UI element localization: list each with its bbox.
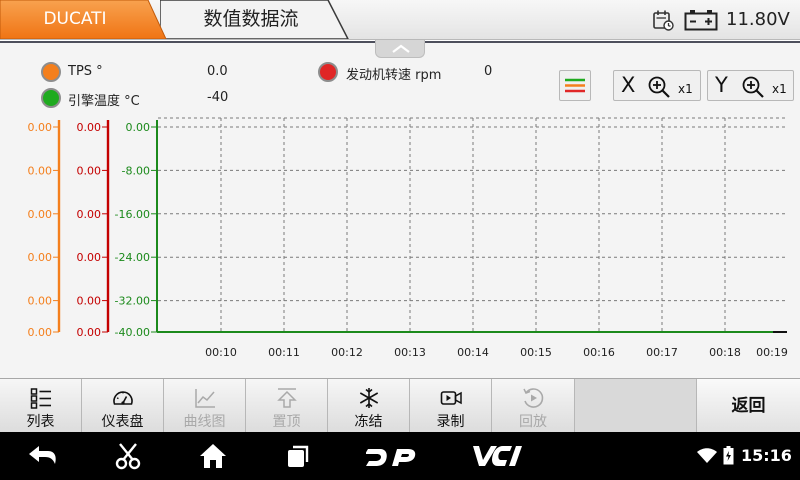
toolbar-label: 冻结 [354,414,383,430]
toolbar-label: 回放 [519,414,547,430]
legend-value: -40 [207,90,229,105]
y-tick-label: 0.00 [77,164,102,177]
x-tick-label: 00:12 [331,346,363,359]
line-chart-icon [194,389,215,408]
x-tick-label: 00:19 [756,346,788,359]
battery-icon [684,10,718,31]
chart-ticks: 0.00 0.00 0.00 0.00 0.00 0.00 0.00 0.00 0.00 0.00… [28,121,788,359]
x-tick-label: 00:15 [520,346,552,359]
y-tick-label: 0.00 [77,121,102,134]
y-zoom-button[interactable]: Y x1 [707,70,794,101]
y-axis-letter: Y [715,73,728,97]
record-button[interactable]: 录制 [410,379,492,433]
pin-top-icon [276,388,297,408]
legend-label: 引擎温度 °C [68,94,140,109]
gauge-icon [112,391,133,405]
x-tick-label: 00:17 [646,346,678,359]
line-chart-button[interactable]: 曲线图 [164,379,246,433]
playback-button[interactable]: 回放 [492,379,575,433]
top-bar: DUCATI 数值数据流 11.80V [0,0,800,40]
y-tick-label: 0.00 [28,251,53,264]
toolbar-label: 曲线图 [183,414,226,430]
x-tick-label: 00:16 [583,346,615,359]
y-tick-label: -24.00 [115,251,150,264]
snowflake-icon [359,388,378,408]
x-zoom-factor: x1 [678,82,693,96]
battery-status-icon [723,446,734,465]
calendar-icon [653,10,674,31]
dp-logo-icon[interactable] [366,446,416,468]
collapse-chevron-icon [392,44,410,53]
page-title: 数值数据流 [203,8,299,30]
gauge-button[interactable]: 仪表盘 [82,379,164,433]
x-axis-letter: X [621,73,636,97]
system-nav-bar: 15:16 [0,432,800,480]
zoom-in-icon [742,76,764,98]
series-toggle-icon [565,78,585,93]
freeze-button[interactable]: 冻结 [328,379,410,433]
system-clock: 15:16 [741,446,792,465]
y-tick-label: -40.00 [115,326,150,339]
voltage-readout: 11.80V [726,9,790,30]
y-tick-label: -32.00 [115,295,150,308]
tps-color-dot [41,62,61,82]
y-tick-label: 0.00 [77,251,102,264]
video-record-icon [440,391,462,405]
chart-grid [158,117,787,332]
recent-apps-icon[interactable] [284,442,312,470]
bottom-toolbar: 列表 仪表盘 曲线图 置顶 冻结 录制 回放 返回 [0,378,800,433]
y-tick-label: 0.00 [126,121,151,134]
legend-value: 0.0 [207,64,228,79]
scissors-icon[interactable] [114,442,142,470]
back-arrow-icon[interactable] [26,442,60,470]
y-tick-label: -16.00 [115,208,150,221]
y-tick-label: 0.00 [28,326,53,339]
y-tick-label: 0.00 [77,208,102,221]
legend-label: TPS ° [68,64,103,79]
y-tick-label: 0.00 [28,121,53,134]
list-button[interactable]: 列表 [0,379,82,433]
y-tick-label: 0.00 [77,326,102,339]
series-toggle-button[interactable] [559,70,591,101]
back-label: 返回 [731,396,766,416]
y-tick-label: 0.00 [28,164,53,177]
engine-rpm-color-dot [318,62,338,82]
y-tick-label: 0.00 [28,295,53,308]
x-tick-label: 00:10 [205,346,237,359]
list-icon [30,388,51,409]
x-tick-label: 00:14 [457,346,489,359]
toolbar-label: 列表 [26,414,55,430]
x-tick-label: 00:13 [394,346,426,359]
vci-logo-icon[interactable] [472,444,524,468]
y-tick-label: 0.00 [28,208,53,221]
brand-label: DUCATI [43,9,107,29]
toolbar-label: 录制 [436,414,465,430]
x-tick-label: 00:18 [709,346,741,359]
legend-label: 发动机转速 rpm [346,68,442,83]
pin-top-button[interactable]: 置顶 [246,379,328,433]
y-tick-label: 0.00 [77,295,102,308]
toolbar-label: 置顶 [272,414,301,430]
legend-value: 0 [484,64,493,79]
zoom-in-icon [648,76,670,98]
playback-icon [523,388,544,408]
toolbar-label: 仪表盘 [101,414,144,430]
wifi-icon [697,448,717,463]
line-chart[interactable]: 0.00 0.00 0.00 0.00 0.00 0.00 0.00 0.00 0.00 0.00… [0,110,800,365]
y-zoom-factor: x1 [772,82,787,96]
collapse-handle[interactable] [375,40,425,58]
engine-temp-color-dot [41,88,61,108]
app-window: DUCATI 数值数据流 11.80V TPS ° 0.0 引擎温度 °C -4… [0,0,800,480]
x-zoom-button[interactable]: X x1 [613,70,701,101]
home-icon[interactable] [199,442,227,470]
back-button[interactable]: 返回 [696,379,800,433]
y-tick-label: -8.00 [122,164,150,177]
x-tick-label: 00:11 [268,346,300,359]
